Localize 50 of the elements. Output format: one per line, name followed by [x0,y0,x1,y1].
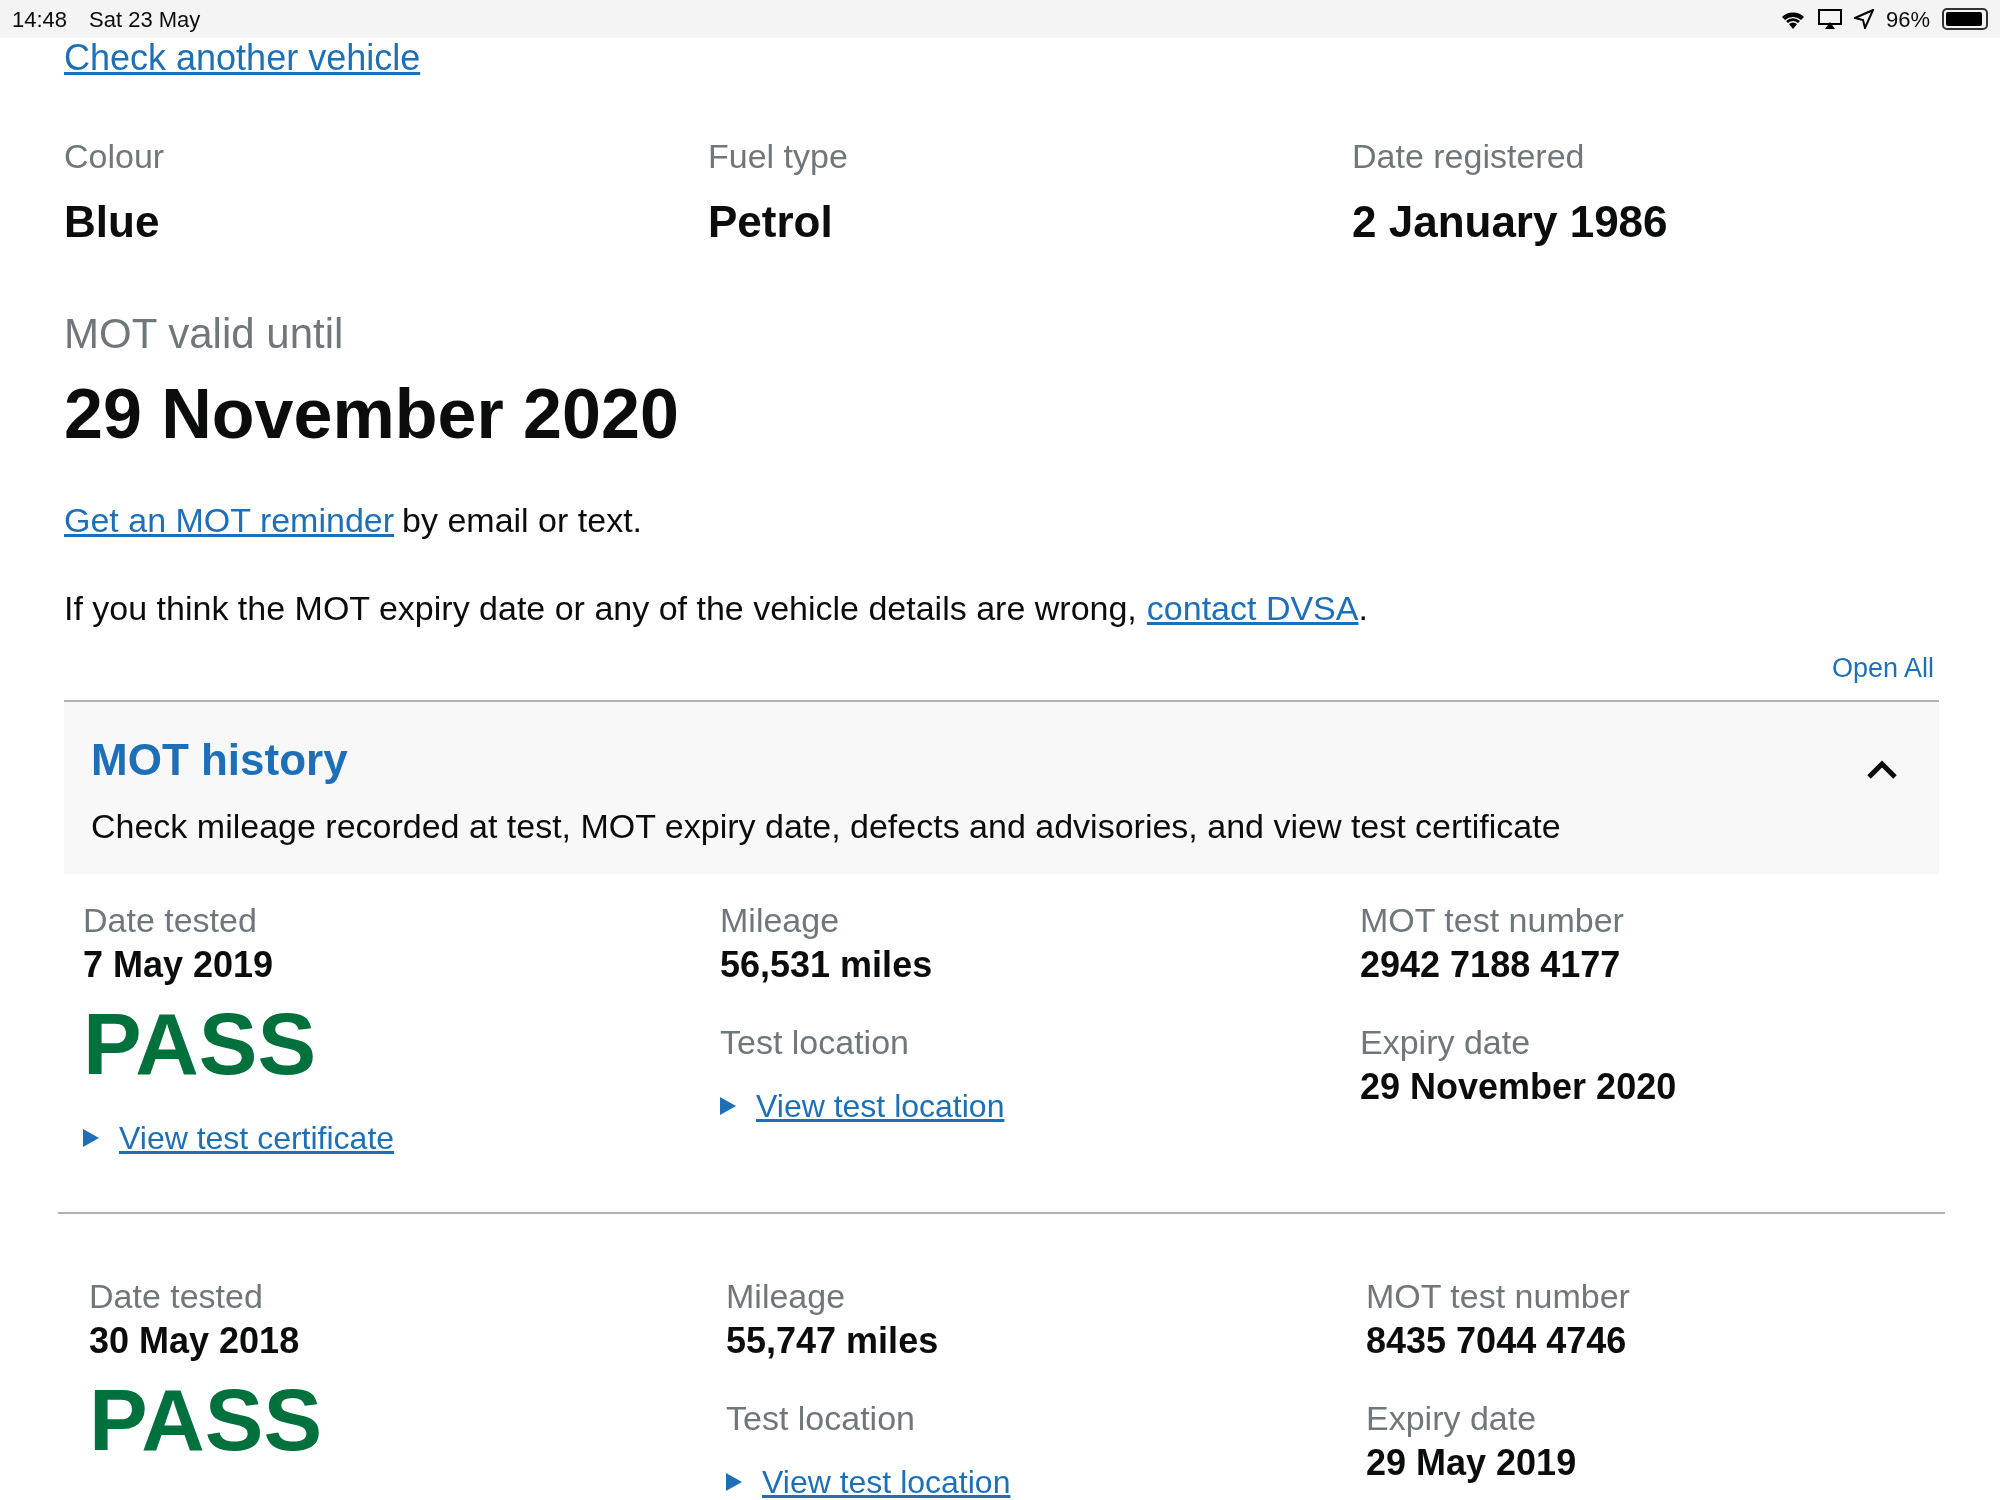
mileage-value: 56,531 miles [720,943,934,987]
battery-percentage: 96% [1885,5,1930,34]
mot-valid-date: 29 November 2020 [64,374,680,455]
reminder-text: by email or text. [402,500,643,541]
mileage-value: 55,747 miles [726,1319,940,1363]
test-result: PASS [83,994,318,1094]
mot-history-summary: Check mileage recorded at test, MOT expiry date, defects and advisories, and view test certificate [91,806,1562,847]
test-number-value: 8435 7044 4746 [1366,1319,1628,1363]
mot-reminder-link[interactable]: Get an MOT reminder [64,498,395,542]
screen-mirroring-icon [1817,9,1842,29]
triangle-icon [726,1473,742,1491]
expiry-date-value: 29 May 2019 [1366,1441,1578,1485]
detail-label: Colour [64,136,166,177]
detail-value: Blue [64,196,161,248]
view-location-link[interactable]: View test location [762,1458,1011,1500]
test-number-label: MOT test number [1360,900,1625,941]
view-location-link[interactable]: View test location [756,1082,1005,1130]
triangle-icon [720,1097,736,1115]
expiry-date-label: Expiry date [1366,1398,1538,1439]
contact-dvsa-link[interactable]: contact DVSA [1146,586,1359,630]
mileage-label: Mileage [720,900,841,941]
date-tested-label: Date tested [89,1276,264,1317]
status-date: Sat 23 May [89,5,201,34]
check-another-vehicle-link[interactable]: Check another vehicle [64,38,1938,78]
date-tested-value: 7 May 2019 [83,943,275,987]
status-time: 14:48 [12,5,68,34]
test-number-value: 2942 7188 4177 [1360,943,1622,987]
detail-label: Fuel type [708,136,849,177]
open-all-button[interactable]: Open All [1831,650,1934,686]
contact-text: If you think the MOT expiry date or any of the vehicle details are wrong, [64,588,1137,629]
date-tested-value: 30 May 2018 [89,1319,301,1363]
triangle-icon [83,1129,99,1147]
test-number-label: MOT test number [1366,1276,1631,1317]
mileage-label: Mileage [726,1276,847,1317]
test-location-label: Test location [720,1022,910,1063]
accordion-header[interactable]: MOT history Check mileage recorded at test, MOT expiry date, defects and advisories, and view test certificate [64,700,1939,874]
battery-icon [1942,8,1988,30]
detail-value: Petrol [708,196,834,248]
detail-value: 2 January 1986 [1352,196,1669,248]
full-stop: . [1358,588,1368,629]
date-tested-label: Date tested [83,900,258,941]
location-arrow-icon [1853,9,1874,29]
view-certificate-link[interactable]: View test certificate [119,1114,395,1162]
expiry-date-label: Expiry date [1360,1022,1532,1063]
test-result: PASS [89,1370,324,1470]
expiry-date-value: 29 November 2020 [1360,1065,1678,1109]
detail-label: Date registered [1352,136,1586,177]
mot-valid-label: MOT valid until [64,309,345,359]
mot-history-heading: MOT history [91,734,349,786]
test-location-label: Test location [726,1398,916,1439]
